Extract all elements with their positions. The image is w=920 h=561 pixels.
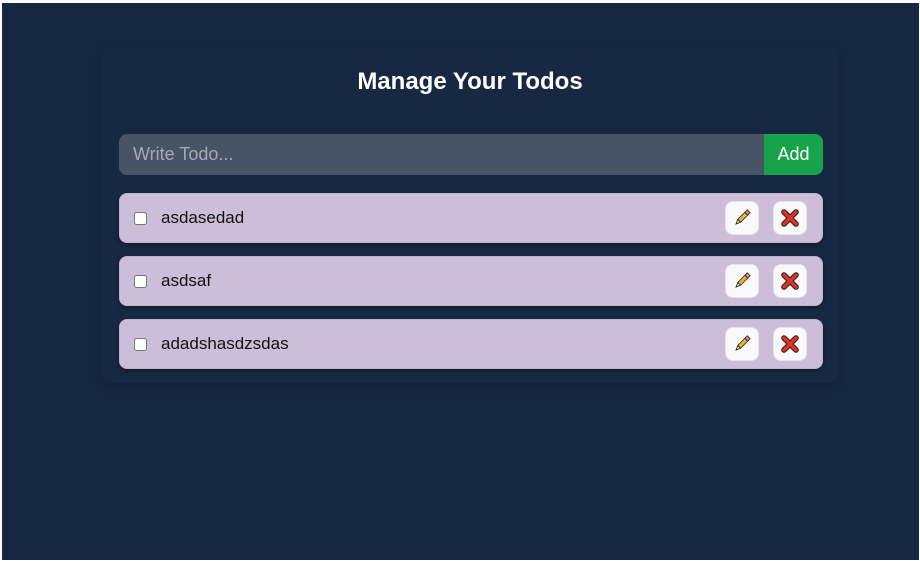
todo-checkbox[interactable] bbox=[134, 337, 147, 351]
add-button[interactable]: Add bbox=[764, 134, 823, 175]
cross-mark-icon bbox=[781, 209, 799, 227]
app-background: Manage Your Todos Add asdasedad bbox=[2, 3, 919, 560]
cross-mark-icon bbox=[781, 272, 799, 290]
pencil-icon bbox=[735, 209, 751, 225]
todo-text: adadshasdzsdas bbox=[161, 334, 289, 353]
cross-mark-icon bbox=[781, 335, 799, 353]
todo-checkbox[interactable] bbox=[134, 274, 147, 288]
todo-item: asdasedad bbox=[119, 193, 823, 243]
delete-button[interactable] bbox=[773, 264, 807, 298]
todo-text: asdsaf bbox=[161, 271, 212, 290]
pencil-icon bbox=[735, 272, 751, 288]
todo-text: asdasedad bbox=[161, 208, 245, 227]
edit-button[interactable] bbox=[725, 327, 759, 361]
todo-form: Add bbox=[119, 134, 823, 175]
todo-item: adadshasdzsdas bbox=[119, 319, 823, 369]
edit-button[interactable] bbox=[725, 264, 759, 298]
delete-button[interactable] bbox=[773, 327, 807, 361]
delete-button[interactable] bbox=[773, 201, 807, 235]
todo-card: Manage Your Todos Add asdasedad bbox=[101, 45, 839, 383]
pencil-icon bbox=[735, 335, 751, 351]
todo-list: asdasedad asdsaf adadshasdzsdas bbox=[119, 193, 823, 382]
todo-checkbox[interactable] bbox=[134, 211, 147, 225]
edit-button[interactable] bbox=[725, 201, 759, 235]
todo-item: asdsaf bbox=[119, 256, 823, 306]
page-title: Manage Your Todos bbox=[357, 68, 583, 95]
todo-input[interactable] bbox=[119, 134, 764, 175]
